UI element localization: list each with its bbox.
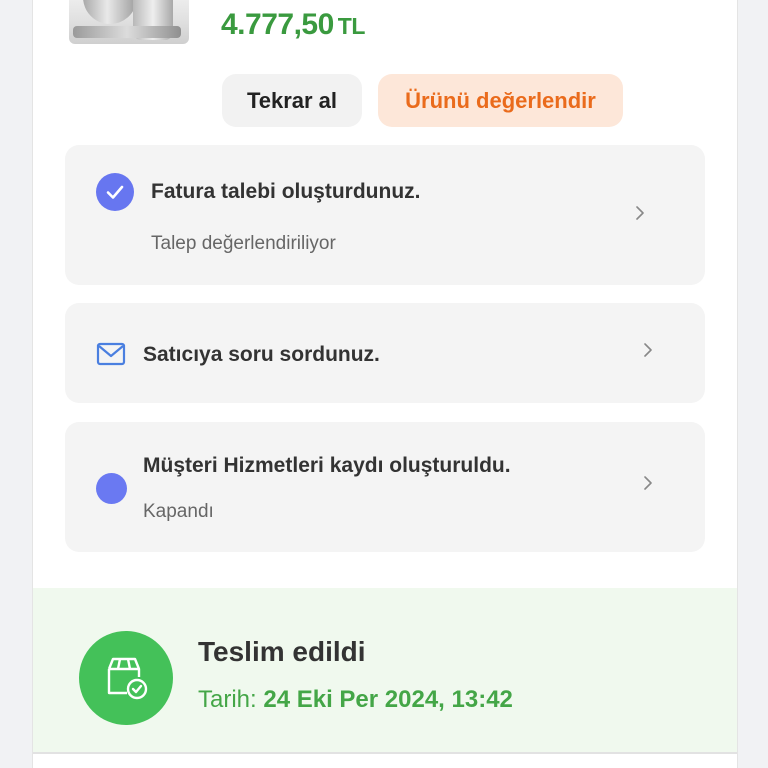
rebuy-button[interactable]: Tekrar al <box>222 74 362 127</box>
mail-icon <box>96 342 126 366</box>
section-divider <box>33 752 737 754</box>
invoice-request-status: Talep değerlendiriliyor <box>151 233 336 254</box>
customer-service-title: Müşteri Hizmetleri kaydı oluşturuldu. <box>143 454 511 477</box>
invoice-request-card[interactable]: Fatura talebi oluşturdunuz. Talep değerl… <box>65 145 705 285</box>
seller-question-card[interactable]: Satıcıya soru sordunuz. <box>65 303 705 403</box>
check-circle-icon <box>96 173 134 211</box>
chevron-right-icon <box>644 343 652 357</box>
customer-service-card[interactable]: Müşteri Hizmetleri kaydı oluşturuldu. Ka… <box>65 422 705 552</box>
delivery-date-label: Tarih: <box>198 686 257 713</box>
delivery-status-title: Teslim edildi <box>198 636 366 667</box>
chevron-right-icon <box>644 476 652 490</box>
product-image[interactable] <box>69 0 189 44</box>
mixer-bowl-shape <box>83 0 137 24</box>
mixer-base-shape <box>73 26 181 38</box>
chevron-right-icon <box>636 206 644 220</box>
product-price: 4.777,50 TL <box>221 8 365 42</box>
price-currency: TL <box>337 13 366 39</box>
delivery-date-value: 24 Eki Per 2024, 13:42 <box>263 686 513 713</box>
invoice-request-title: Fatura talebi oluşturdunuz. <box>151 180 421 203</box>
package-check-icon <box>79 631 173 725</box>
customer-service-status: Kapandı <box>143 501 214 522</box>
order-detail-page: 4.777,50 TL Tekrar al Ürünü değerlendir F… <box>32 0 738 768</box>
seller-question-title: Satıcıya soru sordunuz. <box>143 343 380 366</box>
status-dot-icon <box>96 473 127 504</box>
price-amount: 4.777,50 <box>221 8 334 41</box>
review-product-button[interactable]: Ürünü değerlendir <box>378 74 623 127</box>
delivery-status-section: Teslim edildi Tarih: 24 Eki Per 2024, 13… <box>33 588 737 752</box>
delivery-date: Tarih: 24 Eki Per 2024, 13:42 <box>198 686 513 714</box>
